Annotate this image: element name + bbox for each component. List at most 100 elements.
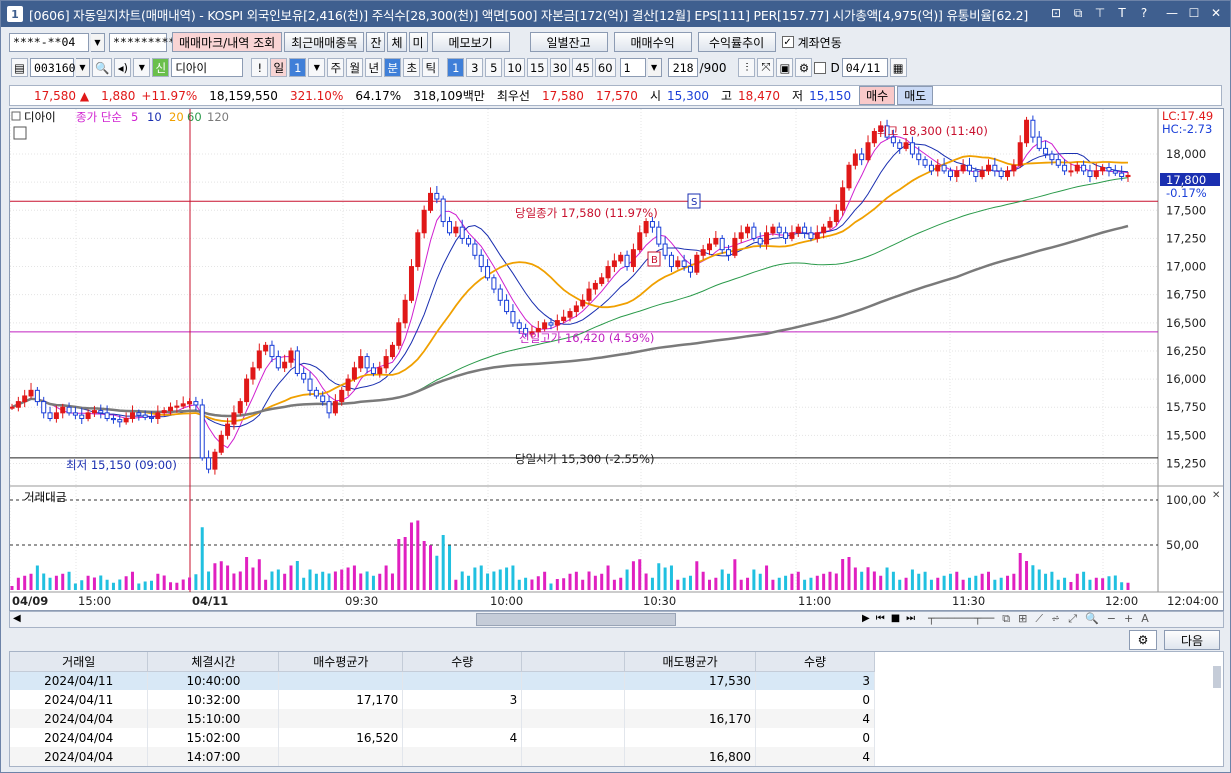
table-row[interactable]: 2024/04/11 10:40:00 17,530 3 — [10, 671, 875, 690]
minute-10-button[interactable]: 10 — [504, 58, 525, 77]
draw-icon[interactable]: ⟋ — [1035, 612, 1043, 626]
memo-button[interactable]: 메모보기 — [431, 32, 510, 52]
data-range-field[interactable]: 218 — [667, 58, 698, 77]
help-icon[interactable]: ? — [1136, 5, 1152, 21]
scroll-right-icon[interactable]: ▶ — [862, 613, 870, 624]
volume-panel-close-icon[interactable]: ✕ — [1212, 490, 1220, 501]
candle-body — [827, 221, 833, 228]
zoom-out-icon[interactable]: − — [1107, 612, 1116, 626]
col-sell-avg[interactable]: 매도평균가 — [624, 652, 757, 672]
stock-code-field[interactable]: 003160 — [30, 58, 76, 77]
fib-icon[interactable]: ⩫ — [1051, 612, 1060, 626]
password-field[interactable]: ********* — [109, 32, 175, 52]
chart-area[interactable]: 디아이 종가 단순 5 10 20 60 120 거래대금 18,00017,7… — [9, 108, 1224, 611]
sell-button[interactable]: 매도 — [897, 86, 934, 105]
account-dropdown-icon[interactable]: ▼ — [91, 32, 105, 52]
grid-settings-icon[interactable]: ⚙ — [1129, 630, 1157, 650]
pin-icon[interactable]: ⊤ — [1092, 5, 1108, 21]
period-minute-button[interactable]: 분 — [384, 58, 402, 77]
minute-45-button[interactable]: 45 — [572, 58, 593, 77]
magnifier-icon[interactable]: 🔍 — [92, 58, 113, 77]
alert-button[interactable]: ! — [251, 58, 269, 77]
period-count[interactable]: 1 — [289, 58, 307, 77]
zoom-slider[interactable]: ┬──────┬── — [928, 612, 994, 626]
col-buy-avg[interactable]: 매수평균가 — [278, 652, 404, 672]
account-link-checkbox[interactable]: ✓ — [781, 36, 794, 48]
trade-profit-button[interactable]: 매매수익 — [613, 32, 692, 52]
font-icon[interactable]: T — [1114, 5, 1130, 21]
chart-scrollbar[interactable]: ◀ ▶ ⏮ ■ ⏭ ┬──────┬── ⧉ ⊞ ⟋ ⩫ ⤢ 🔍 − + A — [9, 611, 1224, 628]
speaker-dropdown-icon[interactable]: ▼ — [133, 58, 151, 77]
balance-button[interactable]: 잔 — [366, 32, 386, 52]
grid-scrollbar[interactable] — [1213, 666, 1221, 688]
col-trade-date[interactable]: 거래일 — [10, 652, 149, 672]
grid-toggle-icon[interactable] — [13, 126, 27, 140]
sell-mark[interactable]: S — [691, 197, 697, 208]
minimize-icon[interactable]: — — [1164, 5, 1180, 21]
speaker-icon[interactable]: ◂) — [114, 58, 132, 77]
minute-30-button[interactable]: 30 — [549, 58, 571, 77]
period-dropdown-icon[interactable]: ▼ — [308, 58, 326, 77]
period-week-button[interactable]: 주 — [327, 58, 345, 77]
period-month-button[interactable]: 월 — [346, 58, 364, 77]
col-exec-time[interactable]: 체결시간 — [147, 652, 280, 672]
minute-1-button[interactable]: 1 — [447, 58, 465, 77]
zoom-in-icon[interactable]: + — [1124, 612, 1133, 626]
chart-type-icon[interactable]: ⫶ — [738, 58, 756, 77]
table-row[interactable]: 2024/04/04 15:10:00 16,170 4 — [10, 709, 875, 728]
table-row[interactable]: 2024/04/04 14:07:00 16,800 4 — [10, 747, 875, 766]
interval-dropdown-icon[interactable]: ▼ — [647, 58, 662, 77]
split-icon[interactable]: ⊞ — [1018, 612, 1027, 626]
col-sell-qty[interactable]: 수량 — [755, 652, 875, 672]
volume-bar — [695, 561, 699, 590]
code-dropdown-icon[interactable]: ▼ — [76, 58, 90, 77]
next-button[interactable]: 다음 — [1164, 630, 1220, 650]
candle-body — [149, 416, 154, 419]
account-field[interactable]: ****-**04 — [9, 32, 89, 52]
minute-60-button[interactable]: 60 — [594, 58, 616, 77]
table-row[interactable]: 2024/04/11 10:32:00 17,170 3 0 — [10, 690, 875, 709]
period-second-button[interactable]: 초 — [403, 58, 421, 77]
candle-body — [618, 254, 624, 262]
minute-5-button[interactable]: 5 — [485, 58, 503, 77]
copy-window-icon[interactable]: ⧉ — [1070, 5, 1086, 21]
period-day-button[interactable]: 일 — [270, 58, 288, 77]
col-blank[interactable] — [521, 652, 626, 672]
zoom-icon[interactable]: 🔍 — [1085, 612, 1099, 626]
minute-3-button[interactable]: 3 — [466, 58, 484, 77]
layout-icon[interactable]: ⧉ — [1002, 612, 1010, 626]
period-tick-button[interactable]: 틱 — [422, 58, 440, 77]
price-chart-svg[interactable]: 디아이 종가 단순 5 10 20 60 120 거래대금 18,00017,7… — [9, 109, 1223, 610]
scroll-thumb[interactable] — [476, 613, 676, 626]
close-icon[interactable]: ✕ — [1208, 5, 1224, 21]
settings-icon[interactable]: ⚙ — [795, 58, 813, 77]
link-icon[interactable]: ⊡ — [1048, 5, 1064, 21]
stock-search-icon[interactable]: ▤ — [11, 58, 28, 77]
col-buy-qty[interactable]: 수량 — [402, 652, 523, 672]
unfilled-button[interactable]: 미 — [408, 32, 428, 52]
buy-mark[interactable]: B — [651, 255, 658, 266]
calendar-icon[interactable]: ▦ — [889, 58, 907, 77]
daily-balance-button[interactable]: 일별잔고 — [529, 32, 608, 52]
trade-mark-button[interactable]: 매매마크/내역 조회 — [172, 32, 283, 52]
minute-15-button[interactable]: 15 — [526, 58, 548, 77]
stop-icon[interactable]: ■ — [891, 613, 900, 624]
interval-field[interactable]: 1 — [619, 58, 646, 77]
date-field[interactable]: 04/11 — [841, 58, 888, 77]
tools-icon[interactable]: ⤧ — [757, 58, 775, 77]
buy-button[interactable]: 매수 — [859, 86, 896, 105]
table-row[interactable]: 2024/04/04 15:02:00 16,520 4 0 — [10, 728, 875, 747]
forward-icon[interactable]: ⏭ — [906, 613, 915, 624]
save-icon[interactable]: ▣ — [776, 58, 794, 77]
date-checkbox[interactable] — [814, 61, 827, 74]
rewind-icon[interactable]: ⏮ — [876, 613, 885, 624]
maximize-icon[interactable]: ☐ — [1186, 5, 1202, 21]
executed-button[interactable]: 체 — [387, 32, 407, 52]
period-year-button[interactable]: 년 — [365, 58, 383, 77]
crosshair-icon[interactable]: ⤢ — [1068, 612, 1077, 626]
stock-name-field[interactable]: 디아이 — [171, 58, 244, 77]
recent-trades-button[interactable]: 최근매매종목 — [284, 32, 365, 52]
scroll-left-icon[interactable]: ◀ — [13, 613, 21, 624]
auto-scale-icon[interactable]: A — [1141, 612, 1149, 626]
profit-trend-button[interactable]: 수익률추이 — [697, 32, 776, 52]
